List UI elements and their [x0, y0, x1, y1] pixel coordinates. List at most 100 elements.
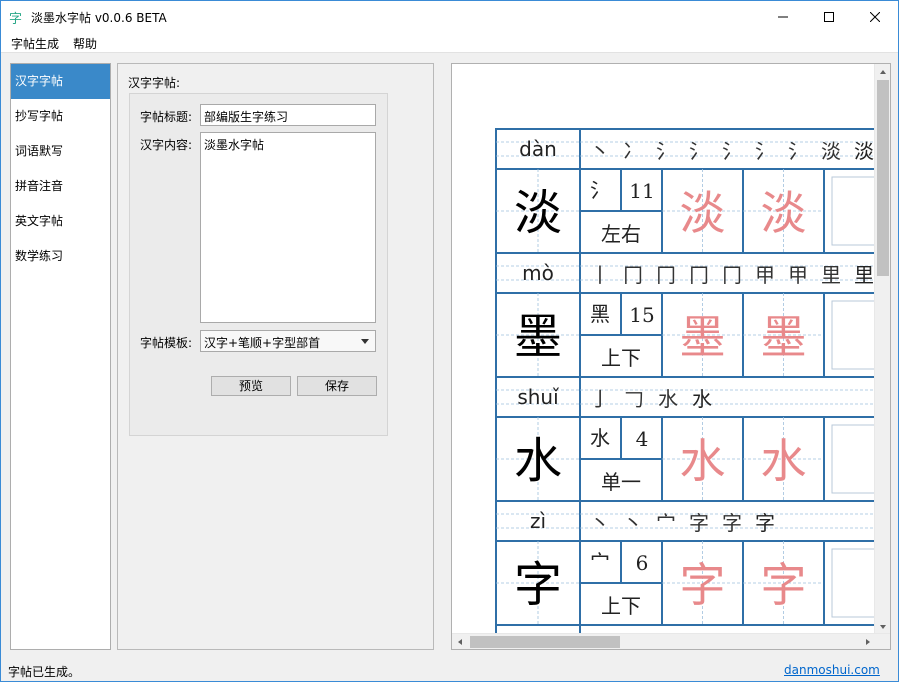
sidebar-item-copy[interactable]: 抄写字帖: [11, 99, 110, 134]
blank-cell-inner: [831, 424, 876, 494]
stroke-order-step: 丨: [590, 263, 610, 287]
minimize-icon: [778, 16, 788, 17]
pinyin-text: shuǐ: [517, 385, 559, 409]
stroke-order-step: 丶: [590, 139, 610, 163]
vertical-scrollbar[interactable]: [874, 64, 890, 635]
chevron-down-icon: [361, 339, 369, 344]
trace-char: 水: [680, 434, 726, 488]
content-textarea[interactable]: 淡墨水字帖: [200, 132, 376, 323]
stroke-order-step: 氵: [722, 139, 742, 163]
main-char: 墨: [514, 309, 562, 365]
horizontal-scrollbar[interactable]: [452, 633, 890, 649]
stroke-order-step: 氵: [689, 139, 709, 163]
stroke-count-text: 15: [629, 303, 654, 327]
stroke-count-text: 6: [636, 551, 649, 575]
pinyin-text: zì: [530, 509, 546, 533]
structure-text: 上下: [601, 346, 641, 370]
minimize-button[interactable]: [760, 1, 806, 32]
sidebar-item-pinyin[interactable]: 拼音注音: [11, 169, 110, 204]
close-button[interactable]: [852, 1, 898, 32]
template-select[interactable]: 汉字+笔顺+字型部首: [200, 330, 376, 352]
title-input[interactable]: 部编版生字练习: [200, 104, 376, 126]
stroke-order-step: 水: [692, 387, 712, 411]
radical-text: 宀: [590, 550, 610, 574]
menu-generate[interactable]: 字帖生成: [11, 35, 59, 52]
trace-char: 字: [761, 558, 807, 612]
main-char: 淡: [514, 185, 562, 241]
save-button[interactable]: 保存: [297, 376, 377, 396]
template-label: 字帖模板:: [140, 336, 193, 350]
stroke-order-step: 里: [854, 263, 874, 287]
pinyin-row: [495, 500, 876, 542]
stroke-order-step: 字: [755, 511, 775, 535]
template-select-value: 汉字+笔顺+字型部首: [204, 336, 321, 350]
main-char: 水: [514, 433, 562, 489]
app-window: 字 淡墨水字帖 v0.0.6 BETA 字帖生成 帮助 汉字字帖 抄写字帖 词语…: [0, 0, 899, 682]
preview-pane[interactable]: dàn 丶冫氵氵氵氵氵淡淡淡氵 11 左右淡淡 mò 丨冂冂冂冂甲甲里里墨黑 15 上下墨墨 s…: [451, 63, 891, 650]
stroke-order-step: 亅: [590, 387, 610, 411]
blank-cell-inner: [831, 176, 876, 246]
close-icon: [870, 11, 880, 22]
radical-text: 黑: [590, 302, 610, 326]
trace-char: 淡: [761, 186, 807, 240]
trace-char: 墨: [761, 310, 807, 364]
structure-text: 上下: [601, 594, 641, 618]
title-bar: 字 淡墨水字帖 v0.0.6 BETA: [1, 1, 898, 32]
trace-char: 淡: [680, 186, 726, 240]
pinyin-text: dàn: [519, 137, 557, 161]
stroke-order-step: 宀: [656, 511, 676, 535]
horizontal-scrollbar-graphic: [458, 636, 870, 648]
maximize-icon: [824, 11, 834, 22]
worksheet-preview: dàn 丶冫氵氵氵氵氵淡淡淡氵 11左右淡淡mò 丨冂冂冂冂甲甲里里墨黑 15上下墨墨s…: [495, 128, 876, 635]
stroke-order-step: 氵: [755, 139, 775, 163]
trace-char: 字: [680, 558, 726, 612]
stroke-order-step: 𠃌: [624, 387, 644, 411]
stroke-order-step: 水: [658, 387, 678, 411]
stroke-order-step: 冂: [656, 263, 676, 287]
radical-text: 水: [590, 426, 610, 450]
stroke-order-step: 冂: [689, 263, 709, 287]
stroke-order-step: 甲: [755, 263, 775, 287]
sidebar-item-hanzi[interactable]: 汉字字帖: [11, 64, 110, 99]
stroke-order-step: 氵: [656, 139, 676, 163]
stroke-order-step: 甲: [788, 263, 808, 287]
stroke-order-step: 冂: [722, 263, 742, 287]
structure-text: 左右: [601, 222, 641, 246]
stroke-order-step: 字: [689, 511, 709, 535]
window-title: 淡墨水字帖 v0.0.6 BETA: [31, 11, 167, 25]
sidebar-item-dictation[interactable]: 词语默写: [11, 134, 110, 169]
stroke-order-step: 冫: [623, 139, 643, 163]
settings-group: 字帖标题: 部编版生字练习 汉字内容: 淡墨水字帖 字帖模板: 汉字+笔顺+字型…: [129, 93, 388, 436]
status-text: 字帖已生成。: [8, 665, 81, 679]
website-link[interactable]: danmoshui.com: [784, 663, 880, 677]
stroke-count-text: 4: [636, 427, 649, 451]
sidebar: 汉字字帖 抄写字帖 词语默写 拼音注音 英文字帖 数学练习: [10, 63, 111, 650]
stroke-order-step: 字: [722, 511, 742, 535]
stroke-order-step: 冂: [623, 263, 643, 287]
trace-char: 水: [761, 434, 807, 488]
stroke-order-step: 丶: [590, 511, 610, 535]
sidebar-item-math[interactable]: 数学练习: [11, 239, 110, 274]
trace-char: 墨: [680, 310, 726, 364]
vertical-scrollbar-graphic: [877, 70, 889, 629]
stroke-order-step: 淡: [854, 139, 874, 163]
stroke-order-step: 氵: [788, 139, 808, 163]
group-title: 汉字字帖:: [128, 76, 181, 90]
main-char: 字: [514, 557, 562, 613]
radical-text: 氵: [590, 178, 610, 202]
menu-help[interactable]: 帮助: [73, 35, 97, 52]
maximize-button[interactable]: [806, 1, 852, 32]
stroke-count-text: 11: [629, 179, 654, 203]
settings-panel: 汉字字帖: 字帖标题: 部编版生字练习 汉字内容: 淡墨水字帖 字帖模板: 汉字…: [117, 63, 434, 650]
structure-text: 单一: [601, 470, 641, 494]
pinyin-text: mò: [522, 261, 554, 285]
menu-bar: 字帖生成 帮助: [1, 32, 898, 53]
stroke-order-step: 淡: [821, 139, 841, 163]
sidebar-item-english[interactable]: 英文字帖: [11, 204, 110, 239]
app-icon: 字: [9, 12, 23, 27]
title-label: 字帖标题:: [140, 110, 193, 124]
blank-cell-inner: [831, 300, 876, 370]
preview-button[interactable]: 预览: [211, 376, 291, 396]
stroke-order-step: 丶: [623, 511, 643, 535]
stroke-order-step: 里: [821, 263, 841, 287]
